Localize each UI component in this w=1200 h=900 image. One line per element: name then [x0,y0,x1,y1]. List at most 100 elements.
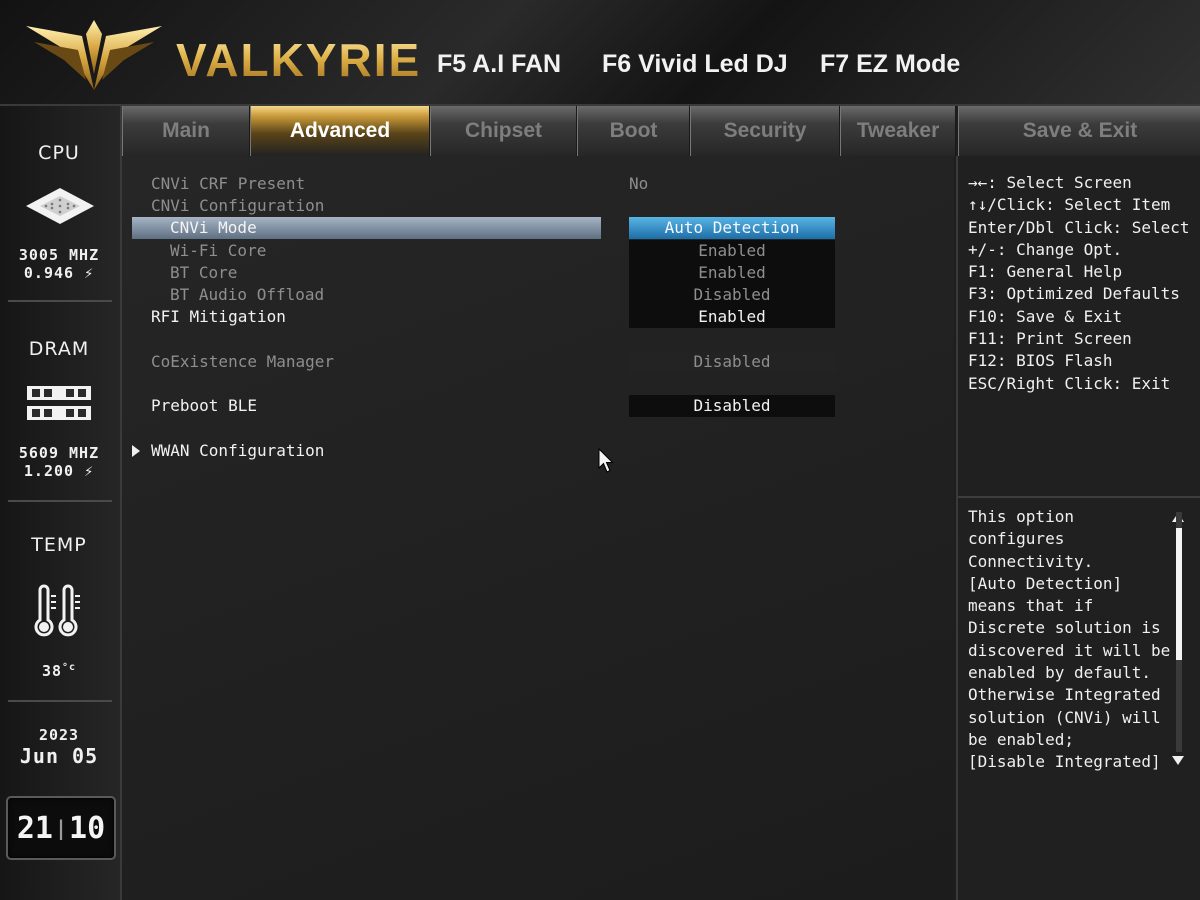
setting-value: Disabled [629,284,835,306]
system-clock: 21 | 10 [6,796,116,860]
cpu-chip-icon [26,188,94,224]
description-line: This option [968,507,1074,526]
dram-module-icon [27,386,91,420]
rfi-mitigation-select[interactable]: Enabled [629,306,835,328]
setting-label: CNVi Mode [170,218,257,237]
header-bar: VALKYRIE F5 A.I FAN F6 Vivid Led DJ F7 E… [0,0,1200,106]
submenu-arrow-icon [132,445,140,457]
menu-tab-bar: Main Advanced Chipset Boot Security Twea… [122,106,956,156]
tab-save-exit[interactable]: Save & Exit [958,106,1200,156]
cpu-voltage-row: 0.946 ⚡ [0,264,118,282]
key-help-item: →←: Select Screen [968,173,1132,192]
setting-value: No [629,174,649,193]
key-help-item: ESC/Right Click: Exit [968,373,1171,393]
setting-row-rfi-mitigation[interactable]: RFI Mitigation Enabled [122,306,954,328]
submenu-wwan-configuration[interactable]: WWAN Configuration [122,440,954,462]
setting-label: RFI Mitigation [151,307,286,326]
thermometer-icon [34,584,80,637]
option-description: This option configures Connectivity. [Au… [968,506,1171,774]
setting-value: Enabled [629,262,835,284]
celsius-unit-icon: °c [62,662,77,673]
setting-label: BT Core [170,263,238,282]
description-line: [Auto Detection] [968,573,1123,593]
description-line: solution (CNVi) will [968,707,1161,727]
setting-value: Disabled [629,351,835,373]
cpu-label: CPU [38,142,80,164]
description-line: be enabled; [968,729,1074,749]
sidebar-divider [8,700,112,702]
date-day: Jun 05 [19,744,99,768]
dram-voltage: 1.200 [23,462,75,480]
description-line: Connectivity. [968,551,1094,571]
temp-label: TEMP [31,534,87,556]
tab-advanced[interactable]: Advanced [250,106,430,156]
ai-fan-shortcut[interactable]: F5 A.I FAN [437,50,561,79]
scroll-down-arrow-icon[interactable] [1172,756,1184,765]
setting-label: CNVi CRF Present [151,174,306,193]
setting-row-wifi-core: Wi-Fi Core Enabled [122,240,954,262]
date-year: 2023 [38,726,80,744]
setting-value: Enabled [629,240,835,262]
description-line: configures [968,529,1065,549]
help-panel: →←: Select Screen ↑↓/Click: Select Item … [956,156,1200,900]
key-help-item: Enter/Dbl Click: Select [968,217,1190,237]
description-line: enabled by default. [968,663,1152,683]
submenu-label: WWAN Configuration [151,441,325,460]
dram-frequency: 5609 MHZ [18,444,100,462]
temperature-row: 38°c [0,662,118,680]
setting-row-bt-audio-offload: BT Audio Offload Disabled [122,284,954,306]
key-help-item: F1: General Help [968,262,1123,282]
vivid-led-dj-shortcut[interactable]: F6 Vivid Led DJ [602,50,788,79]
ez-mode-shortcut[interactable]: F7 EZ Mode [820,50,960,79]
key-help-list: →←: Select Screen ↑↓/Click: Select Item … [968,172,1190,395]
tab-boot[interactable]: Boot [577,106,690,156]
description-line: Discrete solution is [968,618,1161,638]
clock-hour: 21 [16,810,53,846]
section-heading: CNVi Configuration [151,196,325,215]
setting-row-cnvi-configuration: CNVi Configuration [122,195,954,217]
hardware-monitor-sidebar: CPU 3005 MHZ 0.946 ⚡ DRAM 5609 MHZ 1.200… [0,106,122,900]
key-help-item: ↑↓/Click: Select Item [968,195,1171,215]
key-help-item: F10: Save & Exit [968,306,1123,326]
setting-row-cnvi-mode[interactable]: CNVi Mode Auto Detection [122,217,954,239]
setting-label: Wi-Fi Core [170,241,267,260]
voltage-bolt-icon: ⚡ [84,462,95,480]
voltage-bolt-icon: ⚡ [84,264,95,282]
preboot-ble-select[interactable]: Disabled [629,395,835,417]
setting-row-preboot-ble[interactable]: Preboot BLE Disabled [122,395,954,417]
setting-row-cnvi-crf-present: CNVi CRF Present No [122,173,954,195]
tab-tweaker[interactable]: Tweaker [840,106,956,156]
sidebar-divider [8,500,112,502]
key-help-item: F11: Print Screen [968,329,1132,349]
valkyrie-wings-logo-icon [26,20,162,90]
description-line: means that if [968,596,1094,616]
setting-label: CoExistence Manager [151,352,335,371]
help-scrollbar-thumb[interactable] [1176,528,1182,660]
cpu-frequency: 3005 MHZ [18,246,100,264]
key-help-item: F12: BIOS Flash [968,351,1113,371]
tab-main[interactable]: Main [122,106,250,156]
key-help-item: F3: Optimized Defaults [968,284,1180,304]
help-divider [958,496,1200,498]
clock-minute: 10 [69,810,106,846]
key-help-item: +/-: Change Opt. [968,239,1123,259]
dram-label: DRAM [28,338,90,360]
mouse-pointer-icon [598,448,614,473]
setting-row-bt-core: BT Core Enabled [122,262,954,284]
description-line: [Disable Integrated] [968,752,1161,772]
settings-panel: CNVi CRF Present No CNVi Configuration C… [122,156,954,900]
sidebar-divider [8,300,112,302]
cpu-voltage: 0.946 [23,264,75,282]
setting-label: BT Audio Offload [170,285,325,304]
setting-label: Preboot BLE [151,396,257,415]
cnvi-mode-select[interactable]: Auto Detection [629,217,835,239]
dram-voltage-row: 1.200 ⚡ [0,462,118,480]
temperature-value: 38 [41,662,62,680]
tab-chipset[interactable]: Chipset [430,106,577,156]
description-line: discovered it will be [968,640,1171,660]
setting-row-coexistence-manager: CoExistence Manager Disabled [122,351,954,373]
brand-logo-text: VALKYRIE [176,34,422,86]
tab-security[interactable]: Security [690,106,840,156]
clock-separator: | [54,816,68,840]
description-line: Otherwise Integrated [968,685,1161,705]
